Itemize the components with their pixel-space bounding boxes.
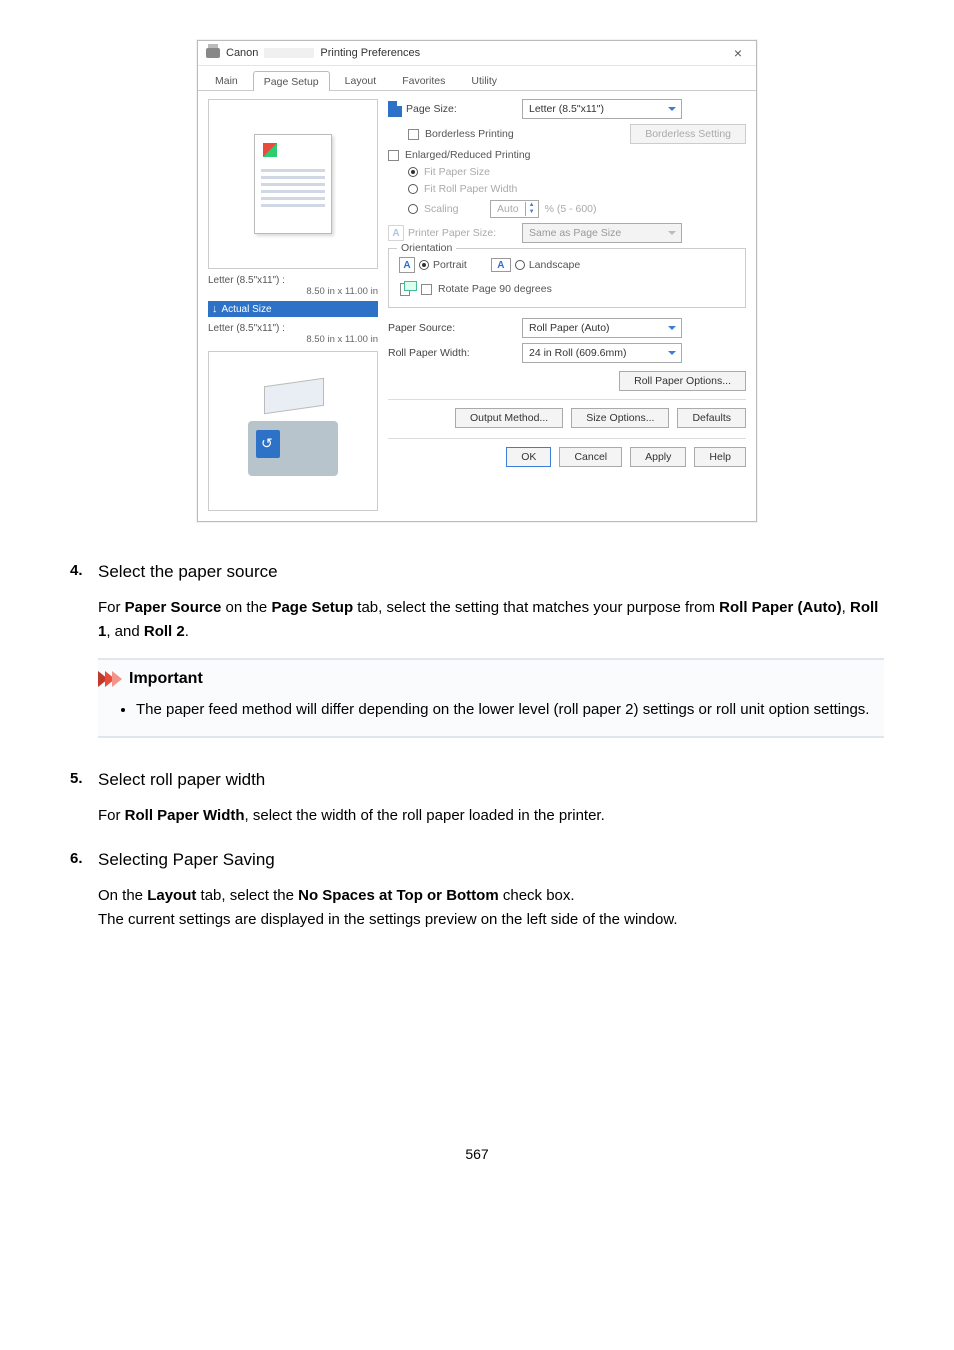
page-size-label: Page Size: — [388, 101, 516, 117]
step-6-title: Selecting Paper Saving — [98, 850, 884, 870]
preview-caption-1: Letter (8.5"x11") : 8.50 in x 11.00 in — [208, 275, 378, 297]
preview-caption-2: Letter (8.5"x11") : 8.50 in x 11.00 in — [208, 323, 378, 345]
scaling-spinner: Auto ▲▼ — [490, 200, 539, 218]
defaults-button[interactable]: Defaults — [677, 408, 746, 428]
step-4-number: 4. — [70, 562, 98, 762]
page-size-select[interactable]: Letter (8.5"x11") — [522, 99, 682, 119]
tab-utility[interactable]: Utility — [460, 70, 508, 90]
important-title: Important — [129, 670, 203, 688]
roll-paper-options-button[interactable]: Roll Paper Options... — [619, 371, 746, 391]
title-model-redacted — [264, 48, 314, 58]
important-bullet: The paper feed method will differ depend… — [136, 698, 884, 722]
roll-paper-width-select[interactable]: 24 in Roll (609.6mm) — [522, 343, 682, 363]
step-5-number: 5. — [70, 770, 98, 842]
scaling-range: % (5 - 600) — [545, 203, 597, 215]
portrait-radio[interactable] — [419, 260, 429, 270]
page-preview — [208, 99, 378, 269]
apply-button[interactable]: Apply — [630, 447, 686, 467]
fit-paper-size-label: Fit Paper Size — [424, 166, 490, 178]
borderless-printing-checkbox[interactable] — [408, 129, 419, 140]
important-callout: Important The paper feed method will dif… — [98, 658, 884, 738]
step-6: 6. Selecting Paper Saving On the Layout … — [70, 850, 884, 946]
step-4: 4. Select the paper source For Paper Sou… — [70, 562, 884, 762]
rotate-icon — [399, 281, 415, 297]
printer-paper-icon: A — [388, 225, 404, 241]
output-method-button[interactable]: Output Method... — [455, 408, 563, 428]
step-5-title: Select roll paper width — [98, 770, 884, 790]
rotate-90-checkbox[interactable] — [421, 284, 432, 295]
step-4-text: For Paper Source on the Page Setup tab, … — [98, 596, 884, 644]
close-icon[interactable]: × — [728, 45, 748, 61]
rotate-90-label: Rotate Page 90 degrees — [438, 283, 552, 295]
step-4-title: Select the paper source — [98, 562, 884, 582]
printer-preview — [208, 351, 378, 511]
borderless-printing-label: Borderless Printing — [425, 128, 514, 140]
scaling-radio — [408, 204, 418, 214]
printing-preferences-dialog: Canon Printing Preferences × Main Page S… — [197, 40, 757, 522]
step-6-number: 6. — [70, 850, 98, 946]
tab-favorites[interactable]: Favorites — [391, 70, 456, 90]
fit-roll-width-radio — [408, 184, 418, 194]
orientation-group: Orientation A Portrait A Landscape — [388, 248, 746, 308]
title-vendor: Canon — [226, 47, 258, 59]
cancel-button[interactable]: Cancel — [559, 447, 622, 467]
landscape-label: Landscape — [529, 259, 580, 271]
orientation-title: Orientation — [397, 242, 456, 254]
dialog-titlebar: Canon Printing Preferences × — [198, 41, 756, 66]
portrait-label: Portrait — [433, 259, 467, 271]
paper-source-select[interactable]: Roll Paper (Auto) — [522, 318, 682, 338]
size-options-button[interactable]: Size Options... — [571, 408, 669, 428]
landscape-icon: A — [491, 258, 511, 272]
fit-roll-width-label: Fit Roll Paper Width — [424, 183, 517, 195]
help-button[interactable]: Help — [694, 447, 746, 467]
step-5-text: For Roll Paper Width, select the width o… — [98, 804, 884, 828]
dialog-footer: OK Cancel Apply Help — [388, 438, 746, 467]
title-suffix: Printing Preferences — [320, 47, 420, 59]
portrait-icon: A — [399, 257, 415, 273]
preview-column: Letter (8.5"x11") : 8.50 in x 11.00 in ↓… — [208, 99, 378, 511]
printer-paper-size-select: Same as Page Size — [522, 223, 682, 243]
tab-strip: Main Page Setup Layout Favorites Utility — [198, 66, 756, 91]
enlarged-reduced-checkbox[interactable] — [388, 150, 399, 161]
tab-page-setup[interactable]: Page Setup — [253, 71, 330, 91]
fit-paper-size-radio — [408, 167, 418, 177]
important-icon — [98, 671, 119, 687]
tab-main[interactable]: Main — [204, 70, 249, 90]
actual-size-bar: ↓ Actual Size — [208, 301, 378, 317]
scaling-label: Scaling — [424, 203, 484, 215]
borderless-setting-button[interactable]: Borderless Setting — [630, 124, 746, 144]
step-6-text: On the Layout tab, select the No Spaces … — [98, 884, 884, 932]
paper-source-label: Paper Source: — [388, 322, 516, 334]
printer-paper-size-label: A Printer Paper Size: — [388, 225, 516, 241]
settings-column: Page Size: Letter (8.5"x11") Borderless … — [388, 99, 746, 511]
step-5: 5. Select roll paper width For Roll Pape… — [70, 770, 884, 842]
roll-paper-width-label: Roll Paper Width: — [388, 347, 516, 359]
page-number: 567 — [70, 1146, 884, 1162]
printer-icon — [206, 48, 220, 58]
tab-layout[interactable]: Layout — [334, 70, 388, 90]
down-arrow-icon: ↓ — [212, 303, 218, 315]
enlarged-reduced-label: Enlarged/Reduced Printing — [405, 149, 531, 161]
landscape-radio[interactable] — [515, 260, 525, 270]
page-size-icon — [388, 101, 402, 117]
ok-button[interactable]: OK — [506, 447, 551, 467]
